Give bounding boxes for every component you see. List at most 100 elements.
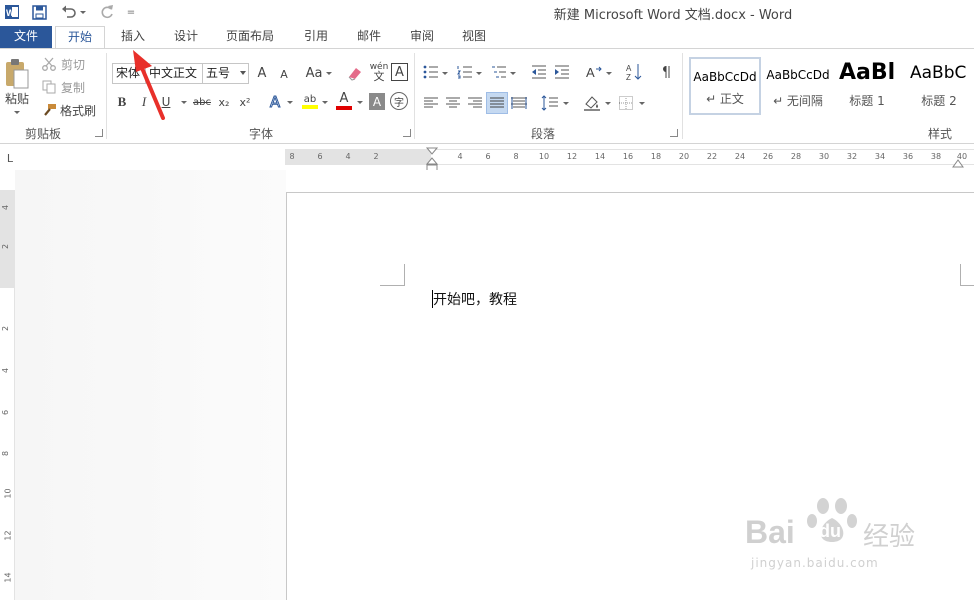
decrease-indent-icon[interactable] [530,63,548,81]
style-normal[interactable]: AaBbCcDd ↵ 正文 [689,57,761,115]
text-effects-button[interactable]: A [266,92,284,112]
format-painter-icon[interactable] [40,101,58,119]
format-painter-button[interactable]: 格式刷 [58,101,98,119]
tab-home[interactable]: 开始 [55,26,105,49]
paste-button[interactable]: 粘贴 [2,90,32,106]
baidu-watermark: Bai du 经验 jingyan.baidu.com [745,494,945,584]
clear-formatting-icon[interactable] [344,63,364,83]
tab-review[interactable]: 审阅 [402,26,442,48]
paste-dropdown-icon[interactable] [14,111,20,114]
underline-dropdown-icon[interactable] [181,101,187,104]
distributed-icon[interactable] [510,94,528,112]
ruler-tick-label: 36 [902,152,914,161]
ruler-tick-label: 28 [790,152,802,161]
numbering-dropdown-icon[interactable] [476,72,482,75]
copy-button[interactable]: 复制 [58,78,88,96]
copy-icon[interactable] [40,78,58,96]
style-sample: AaBbCcDd [693,70,757,84]
numbering-icon[interactable] [456,63,474,81]
font-size-select[interactable]: 五号 [202,63,249,84]
highlight-button[interactable]: ab [300,91,320,111]
paragraph-launcher-icon[interactable] [670,129,678,137]
align-center-icon[interactable] [444,94,462,112]
sort-icon[interactable]: AZ [625,62,643,82]
justify-icon[interactable] [486,92,508,114]
tab-design[interactable]: 设计 [166,26,206,48]
multilevel-list-dropdown-icon[interactable] [510,72,516,75]
ruler-tick-label: 24 [734,152,746,161]
tab-selector[interactable]: L [0,147,20,169]
cut-button[interactable]: 剪切 [58,55,88,73]
chinese-layout-icon[interactable]: A [584,63,604,81]
style-heading-2[interactable]: AaBbC 标题 2 [904,57,974,115]
style-no-spacing[interactable]: AaBbCcDd ↵ 无间隔 [762,57,834,115]
tab-insert[interactable]: 插入 [113,26,153,48]
phonetic-guide-button[interactable]: wén 文 [369,60,389,84]
paragraph-shading-dropdown-icon[interactable] [605,102,611,105]
chinese-layout-dropdown-icon[interactable] [606,72,612,75]
change-case-dropdown-icon[interactable] [326,72,332,75]
ruler-tick-label: 4 [345,152,351,161]
ruler-tick-label: 6 [1,409,11,416]
subscript-button[interactable]: x₂ [215,93,233,111]
font-color-dropdown-icon[interactable] [357,101,363,104]
ruler-tick-label: 2 [1,325,11,332]
borders-dropdown-icon[interactable] [639,102,645,105]
document-text[interactable]: 开始吧，教程 [433,289,517,309]
watermark-brand-du: du [819,521,841,541]
paste-icon[interactable] [4,57,30,91]
enclose-characters-button[interactable]: 字 [390,92,408,110]
ruler-tick-label: 26 [762,152,774,161]
align-left-icon[interactable] [422,94,440,112]
superscript-button[interactable]: x² [236,93,254,111]
phonetic-guide-bottom: 文 [373,70,385,83]
tab-file[interactable]: 文件 [0,26,52,48]
align-right-icon[interactable] [466,94,484,112]
increase-indent-icon[interactable] [553,63,571,81]
title-bar: W = 新建 Microsoft Word 文档.docx - Word [0,0,974,26]
bullets-dropdown-icon[interactable] [442,72,448,75]
font-color-button[interactable]: A [334,91,354,111]
tab-mailings[interactable]: 邮件 [349,26,389,48]
annotation-arrow-icon [128,48,168,120]
tab-page-layout[interactable]: 页面布局 [220,26,280,48]
margin-corner-mark [960,264,974,286]
clipboard-launcher-icon[interactable] [95,129,103,137]
ruler-tick-label: 16 [622,152,634,161]
multilevel-list-icon[interactable] [490,63,508,81]
show-formatting-marks-icon[interactable] [659,63,673,81]
style-sample: AaBl [839,60,896,85]
style-name: ↵ 正文 [706,92,744,106]
grow-font-button[interactable]: A [254,63,270,83]
font-color-label: A [339,91,349,106]
ruler-tick-label: 2 [373,152,379,161]
strikethrough-button[interactable]: abc [191,93,213,111]
style-sample: AaBbC [910,63,967,83]
change-case-button[interactable]: Aa [303,63,325,83]
ruler-tick-label: 14 [3,572,13,583]
borders-icon[interactable] [616,93,636,113]
highlight-dropdown-icon[interactable] [322,101,328,104]
ruler-tick-label: 2 [1,243,11,250]
tab-references[interactable]: 引用 [296,26,336,48]
right-indent-marker-icon[interactable] [952,158,964,168]
style-sample: AaBbCcDd [766,68,830,82]
paragraph-group-label: 段落 [530,127,555,141]
line-spacing-icon[interactable] [540,93,560,113]
ruler-tick-label: 30 [818,152,830,161]
bullets-icon[interactable] [422,63,440,81]
shrink-font-button[interactable]: A [277,65,291,83]
paragraph-shading-icon[interactable] [582,93,602,113]
character-shading-button[interactable]: A [369,93,385,110]
ruler-tick-label: 6 [485,152,491,161]
ruler-tick-label: 6 [317,152,323,161]
font-launcher-icon[interactable] [403,129,411,137]
watermark-brand-cn: 经验 [863,522,916,552]
tab-view[interactable]: 视图 [454,26,494,48]
cut-icon[interactable] [40,55,58,73]
style-heading-1[interactable]: AaBl 标题 1 [834,57,900,115]
style-name: 标题 1 [849,94,885,108]
line-spacing-dropdown-icon[interactable] [563,102,569,105]
character-border-button[interactable]: A [391,63,408,81]
text-effects-dropdown-icon[interactable] [287,101,293,104]
